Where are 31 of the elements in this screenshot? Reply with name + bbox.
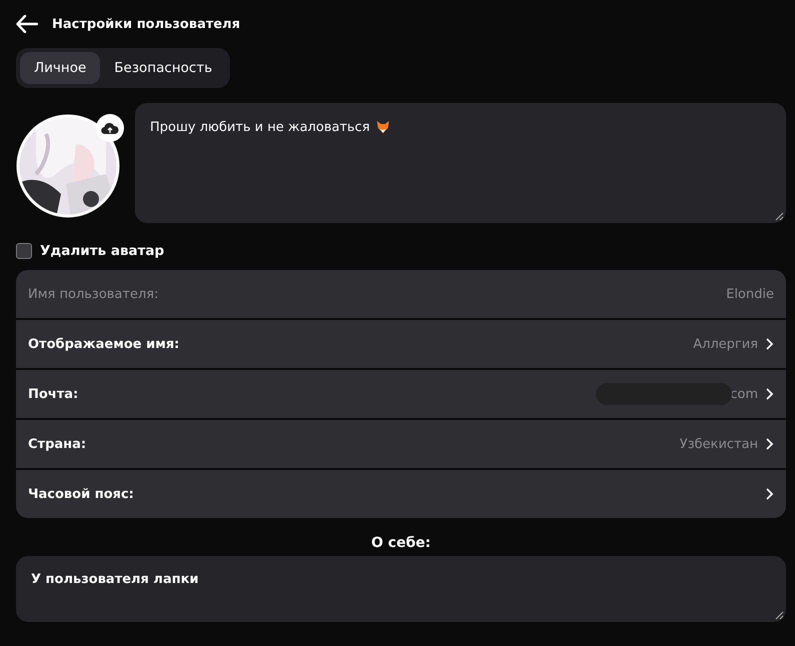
tab[interactable]: Безопасность xyxy=(100,52,226,84)
field-value: Узбекистан xyxy=(680,436,758,452)
settings-row[interactable]: Отображаемое имя: Аллергия xyxy=(16,320,786,368)
resize-grip-icon[interactable] xyxy=(775,611,784,620)
field-label: Почта: xyxy=(28,386,80,402)
field-label: Имя пользователя: xyxy=(28,286,160,302)
upload-button[interactable] xyxy=(96,114,124,142)
field-label: Страна: xyxy=(28,436,88,452)
chevron-right-icon xyxy=(766,488,774,500)
cloud-upload-icon xyxy=(101,122,119,134)
field-value: Аллергия xyxy=(693,336,758,352)
chevron-right-icon xyxy=(766,388,774,400)
status-field[interactable]: Прошу любить и не жаловаться xyxy=(135,103,786,223)
settings-row[interactable]: Почта: com xyxy=(16,370,786,418)
fox-icon xyxy=(376,120,390,134)
settings-row[interactable]: Страна: Узбекистан xyxy=(16,420,786,468)
about-field[interactable]: У пользователя лапки xyxy=(16,556,786,622)
field-label: Часовой пояс: xyxy=(28,486,135,502)
field-value: com xyxy=(730,386,758,402)
back-arrow-icon[interactable] xyxy=(16,15,38,33)
checkbox[interactable] xyxy=(16,243,32,259)
section-heading: О себе: xyxy=(370,535,432,551)
checkbox-label: Удалить аватар xyxy=(40,243,164,259)
page-title: Настройки пользователя xyxy=(52,16,240,32)
settings-row[interactable]: Часовой пояс: xyxy=(16,470,786,518)
field-value: Elondie xyxy=(726,286,774,302)
chevron-right-icon xyxy=(766,438,774,450)
resize-grip-icon[interactable] xyxy=(775,212,784,221)
tab[interactable]: Личное xyxy=(20,52,100,84)
field-label: Отображаемое имя: xyxy=(28,336,180,352)
chevron-right-icon xyxy=(766,338,774,350)
